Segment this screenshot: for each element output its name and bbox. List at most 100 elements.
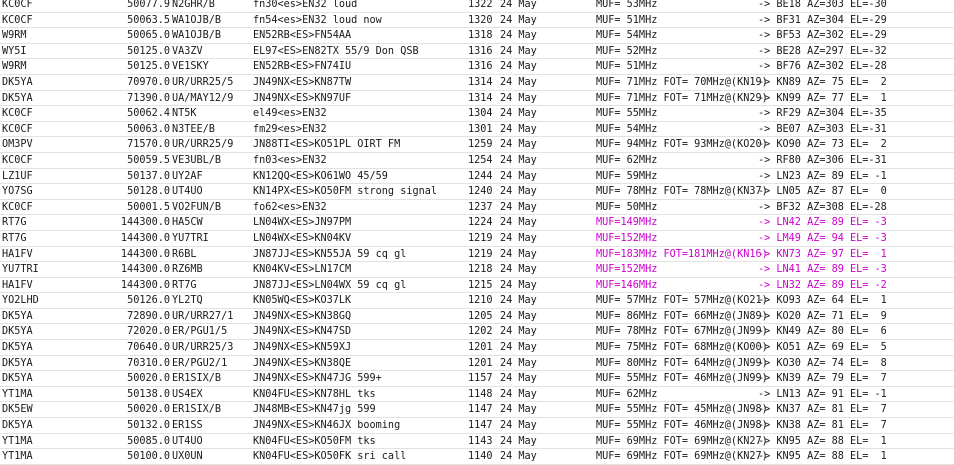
frequency: 50065.0 — [127, 30, 170, 42]
spot-row[interactable]: DK5YA 72890.0 UR/URR27/1 JN49NX<ES>KN38GQ 12… — [0, 309, 954, 325]
spot-row[interactable]: W9RM 50065.0 WA1OJB/B EN52RB<ES>FN54AA 1318 2… — [0, 28, 954, 44]
spot-row[interactable]: DK5YA 71390.0 UA/MAY12/9 JN49NX<ES>KN97UF 13… — [0, 91, 954, 107]
spot-row[interactable]: W9RM 50125.0 VE1SKY EN52RB<ES>FN74IU 1316 24 … — [0, 59, 954, 75]
spot-row[interactable]: HA1FV 144300.0 R6BL JN87JJ<ES>KN55JA 59 cq … — [0, 247, 954, 263]
spot-time: 1240 — [468, 186, 493, 198]
spot-comment: fn30<es>EN32 loud — [253, 0, 358, 10]
spot-row[interactable]: DK5YA 50132.0 ER1SS JN49NX<ES>KN46JX boomin… — [0, 418, 954, 434]
spot-date: 24 May — [500, 357, 537, 369]
dx-callsign: VE1SKY — [172, 61, 209, 73]
spot-row[interactable]: YT1MA 50138.0 US4EX KN04FU<ES>KN78HL tks 114… — [0, 387, 954, 403]
spot-comment: fm29<es>EN32 — [253, 123, 327, 135]
propagation-info: MUF= 75MHz FOT= 68MHz@(KO00) — [596, 342, 768, 354]
propagation-info: MUF=152MHz — [596, 264, 658, 276]
frequency: 144300.0 — [120, 217, 170, 229]
spot-row[interactable]: DK5YA 70970.0 UR/URR25/5 JN49NX<ES>KN87TW 13… — [0, 75, 954, 91]
path-info: -> KN95 AZ= 88 EL= 1 — [758, 435, 887, 447]
spotter-callsign: DK5YA — [2, 310, 33, 322]
spot-time: 1218 — [468, 264, 493, 276]
spot-row[interactable]: DK5EW 50020.0 ER1SIX/B JN48MB<ES>KN47jg 599… — [0, 402, 954, 419]
spot-date: 24 May — [500, 76, 537, 88]
path-info: -> LN32 AZ= 89 EL= -2 — [758, 279, 887, 291]
spot-comment: JN49NX<ES>KN46JX booming — [253, 420, 401, 432]
spot-row[interactable]: OM3PV 71570.0 UR/URR25/9 JN88TI<ES>KO51PL O… — [0, 137, 954, 153]
spot-row[interactable]: YT1MA 50085.0 UT4UO KN04FU<ES>KO50FM tks 114… — [0, 434, 954, 450]
spotter-callsign: DK5YA — [2, 357, 33, 369]
spot-comment: JN87JJ<ES>KN55JA 59 cq gl — [253, 248, 407, 260]
spot-time: 1201 — [468, 357, 493, 369]
dx-callsign: N2GHR/B — [172, 0, 215, 10]
spot-date: 24 May — [500, 310, 537, 322]
spot-row[interactable]: WY5I 50125.0 VA3ZV EL97<ES>EN82TX 55/9 Don … — [0, 44, 954, 60]
spot-row[interactable]: RT7G 144300.0 YU7TRI LN04WX<ES>KN04KV 1219 24… — [0, 231, 954, 247]
spot-date: 24 May — [500, 295, 537, 307]
propagation-info: MUF= 78MHz FOT= 67MHz@(JN99) — [596, 326, 768, 338]
spotter-callsign: DK5YA — [2, 326, 33, 338]
path-info: -> KN95 AZ= 88 EL= 1 — [758, 451, 887, 463]
spot-date: 24 May — [500, 139, 537, 151]
spotter-callsign: KC0CF — [2, 154, 33, 166]
frequency: 50077.9 — [127, 0, 170, 10]
frequency: 50062.4 — [127, 108, 170, 120]
spot-row[interactable]: DK5YA 70640.0 UR/URR25/3 JN49NX<ES>KN59XJ 12… — [0, 340, 954, 356]
spot-time: 1219 — [468, 232, 493, 244]
spot-time: 1316 — [468, 61, 493, 73]
path-info: -> KN49 AZ= 80 EL= 6 — [758, 326, 887, 338]
spot-row[interactable]: RT7G 144300.0 HA5CW LN04WX<ES>JN97PM 1224 24 … — [0, 215, 954, 231]
dx-callsign: WA1OJB/B — [172, 14, 222, 26]
spotter-callsign: RT7G — [2, 232, 27, 244]
spot-date: 24 May — [500, 342, 537, 354]
spot-date: 24 May — [500, 61, 537, 73]
dx-callsign: VA3ZV — [172, 45, 203, 57]
dx-callsign: UR/URR27/1 — [172, 310, 234, 322]
dx-callsign: UT4UO — [172, 435, 203, 447]
spot-row[interactable]: YU7TRI 144300.0 RZ6MB KN04KV<ES>LN17CM 1218 2… — [0, 262, 954, 278]
spotter-callsign: DK5YA — [2, 420, 33, 432]
spot-time: 1322 — [468, 0, 493, 10]
dx-spot-list: KC0CF 50077.9 N2GHR/B fn30<es>EN32 loud 1322… — [0, 0, 954, 465]
spot-row[interactable]: KC0CF 50063.0 N3TEE/B fm29<es>EN32 1301 24 Ma… — [0, 122, 954, 138]
path-info: -> RF80 AZ=306 EL=-31 — [758, 154, 887, 166]
spot-row[interactable]: YO2LHD 50126.0 YL2TQ KN05WQ<ES>KO37LK 1210 24… — [0, 293, 954, 309]
spotter-callsign: HA1FV — [2, 279, 33, 291]
spot-time: 1205 — [468, 310, 493, 322]
spot-date: 24 May — [500, 326, 537, 338]
spot-row[interactable]: DK5YA 72020.0 ER/PGU1/5 JN49NX<ES>KN47SD 120… — [0, 324, 954, 341]
spot-time: 1201 — [468, 342, 493, 354]
path-info: -> LM49 AZ= 94 EL= -3 — [758, 232, 887, 244]
propagation-info: MUF= 62MHz — [596, 154, 658, 166]
spot-comment: JN49NX<ES>KN38QE — [253, 357, 352, 369]
spotter-callsign: RT7G — [2, 217, 27, 229]
spot-comment: EN52RB<ES>FN54AA — [253, 30, 352, 42]
spot-row[interactable]: KC0CF 50063.5 WA1OJB/B fn54<es>EN32 loud no… — [0, 13, 954, 29]
spot-row[interactable]: DK5YA 70310.0 ER/PGU2/1 JN49NX<ES>KN38QE 120… — [0, 356, 954, 372]
spot-time: 1140 — [468, 451, 493, 463]
spot-row[interactable]: KC0CF 50059.5 VE3UBL/B fn03<es>EN32 1254 24 M… — [0, 153, 954, 169]
frequency: 71390.0 — [127, 92, 170, 104]
path-info: -> BF31 AZ=304 EL=-29 — [758, 14, 887, 26]
spot-comment: LN04WX<ES>KN04KV — [253, 232, 352, 244]
path-info: -> KN37 AZ= 81 EL= 7 — [758, 404, 887, 416]
propagation-info: MUF= 51MHz — [596, 61, 658, 73]
path-info: -> KO93 AZ= 64 EL= 1 — [758, 295, 887, 307]
spot-row[interactable]: DK5YA 50020.0 ER1SIX/B JN49NX<ES>KN47JG 599… — [0, 371, 954, 387]
spot-row[interactable]: KC0CF 50077.9 N2GHR/B fn30<es>EN32 loud 1322… — [0, 0, 954, 13]
spotter-callsign: YT1MA — [2, 388, 33, 400]
spot-date: 24 May — [500, 0, 537, 10]
frequency: 50020.0 — [127, 404, 170, 416]
spot-time: 1314 — [468, 76, 493, 88]
propagation-info: MUF=146MHz — [596, 279, 658, 291]
frequency: 50063.0 — [127, 123, 170, 135]
spot-row[interactable]: YO7SG 50128.0 UT4UO KN14PX<ES>KO50FM strong… — [0, 184, 954, 200]
path-info: -> LN41 AZ= 89 EL= -3 — [758, 264, 887, 276]
spotter-callsign: DK5YA — [2, 76, 33, 88]
frequency: 50126.0 — [127, 295, 170, 307]
spot-row[interactable]: KC0CF 50001.5 VO2FUN/B fo62<es>EN32 1237 24 M… — [0, 200, 954, 216]
spot-date: 24 May — [500, 279, 537, 291]
spot-row[interactable]: HA1FV 144300.0 RT7G JN87JJ<ES>LN04WX 59 cq … — [0, 278, 954, 294]
spot-row[interactable]: YT1MA 50100.0 UX0UN KN04FU<ES>KO50FK sri ca… — [0, 449, 954, 465]
path-info: -> KN89 AZ= 75 EL= 2 — [758, 76, 887, 88]
spot-row[interactable]: LZ1UF 50137.0 UY2AF KN12QQ<ES>KO61WO 45/59 1… — [0, 169, 954, 185]
spot-row[interactable]: KC0CF 50062.4 NT5K el49<es>EN32 1304 24 May MU… — [0, 106, 954, 122]
dx-callsign: US4EX — [172, 388, 203, 400]
